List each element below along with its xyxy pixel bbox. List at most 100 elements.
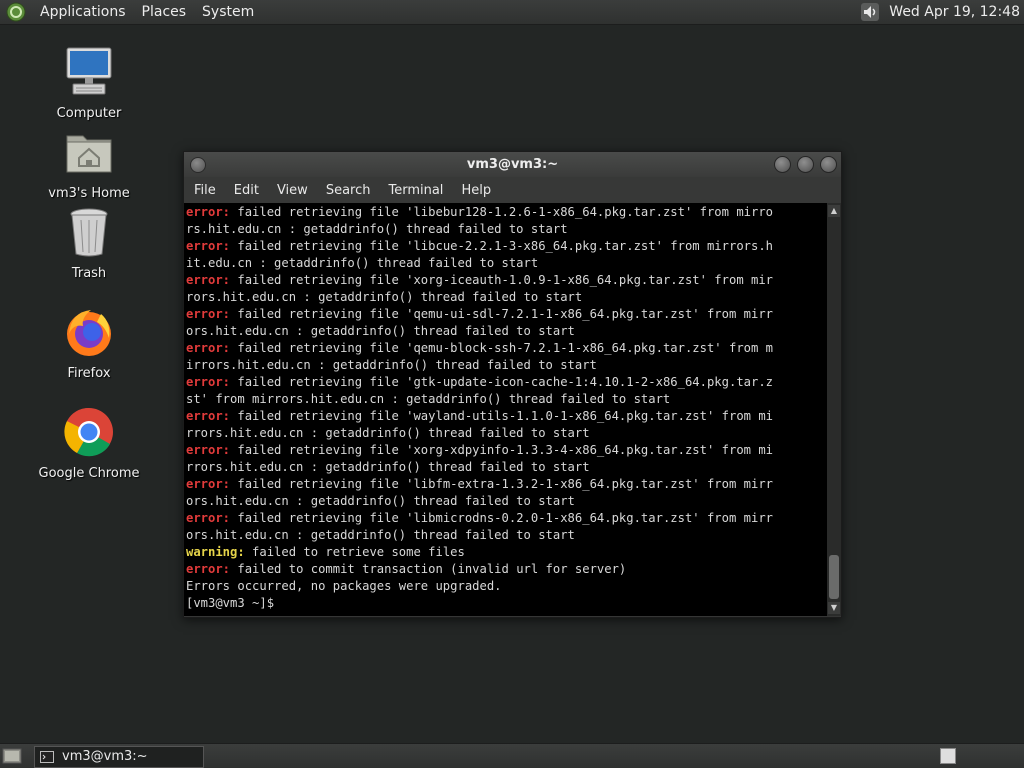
- terminal-line: Errors occurred, no packages were upgrad…: [186, 578, 827, 595]
- terminal-line-text: rrors.hit.edu.cn : getaddrinfo() thread …: [186, 460, 590, 474]
- terminal-line-text: failed retrieving file 'qemu-ui-sdl-7.2.…: [230, 307, 774, 321]
- error-keyword: error:: [186, 511, 231, 525]
- terminal-scrollbar[interactable]: ▲ ▼: [827, 203, 841, 616]
- menu-view[interactable]: View: [270, 183, 315, 198]
- error-keyword: error:: [186, 273, 231, 287]
- terminal-line-text: failed retrieving file 'libfm-extra-1.3.…: [230, 477, 774, 491]
- desktop-icon-computer[interactable]: Computer: [29, 44, 149, 121]
- terminal-line-text: [vm3@vm3 ~]$: [186, 596, 282, 610]
- terminal-line: ors.hit.edu.cn : getaddrinfo() thread fa…: [186, 527, 827, 544]
- menu-applications[interactable]: Applications: [32, 1, 134, 23]
- error-keyword: error:: [186, 375, 231, 389]
- maximize-button[interactable]: [797, 156, 814, 173]
- top-panel: Applications Places System Wed Apr 19, 1…: [0, 0, 1024, 25]
- desktop-icon-label: Trash: [71, 266, 107, 281]
- workspace-switcher[interactable]: [940, 748, 956, 764]
- desktop-icon-label: vm3's Home: [48, 186, 130, 201]
- desktop-icon-firefox[interactable]: Firefox: [29, 304, 149, 381]
- terminal-line: rs.hit.edu.cn : getaddrinfo() thread fai…: [186, 221, 827, 238]
- terminal-line-text: ors.hit.edu.cn : getaddrinfo() thread fa…: [186, 528, 575, 542]
- distro-logo-icon[interactable]: [6, 2, 26, 22]
- terminal-line: error: failed retrieving file 'libfm-ext…: [186, 476, 827, 493]
- panel-tray: Wed Apr 19, 12:48: [859, 0, 1020, 24]
- chrome-icon: [64, 407, 113, 457]
- terminal-line-text: ors.hit.edu.cn : getaddrinfo() thread fa…: [186, 494, 575, 508]
- terminal-output[interactable]: error: failed retrieving file 'libebur12…: [184, 203, 827, 616]
- terminal-line: rrors.hit.edu.cn : getaddrinfo() thread …: [186, 459, 827, 476]
- terminal-line-text: failed retrieving file 'xorg-xdpyinfo-1.…: [230, 443, 774, 457]
- scroll-thumb[interactable]: [829, 555, 839, 599]
- terminal-lines: error: failed retrieving file 'libebur12…: [184, 203, 827, 612]
- terminal-line: error: failed to commit transaction (inv…: [186, 561, 827, 578]
- menu-help[interactable]: Help: [454, 183, 498, 198]
- trash-icon: [70, 208, 108, 257]
- terminal-line: st' from mirrors.hit.edu.cn : getaddrinf…: [186, 391, 827, 408]
- clock[interactable]: Wed Apr 19, 12:48: [889, 4, 1020, 20]
- error-keyword: error:: [186, 443, 231, 457]
- firefox-icon: [67, 310, 111, 356]
- terminal-line-text: failed to retrieve some files: [244, 545, 465, 559]
- terminal-line-text: irrors.hit.edu.cn : getaddrinfo() thread…: [186, 358, 597, 372]
- menu-system[interactable]: System: [194, 1, 262, 23]
- error-keyword: error:: [186, 239, 231, 253]
- error-keyword: error:: [186, 477, 231, 491]
- terminal-line-text: Errors occurred, no packages were upgrad…: [186, 579, 502, 593]
- scroll-up-arrow-icon[interactable]: ▲: [828, 205, 840, 217]
- terminal-window: vm3@vm3:~ File Edit View Search Terminal…: [183, 151, 842, 618]
- terminal-line-text: failed to commit transaction (invalid ur…: [230, 562, 627, 576]
- desktop-icon-label: Firefox: [67, 366, 111, 381]
- terminal-line-text: failed retrieving file 'wayland-utils-1.…: [230, 409, 774, 423]
- error-keyword: error:: [186, 562, 231, 576]
- terminal-line-text: ors.hit.edu.cn : getaddrinfo() thread fa…: [186, 324, 575, 338]
- home-folder-icon: [66, 135, 112, 173]
- window-title: vm3@vm3:~: [466, 157, 559, 172]
- scroll-down-arrow-icon[interactable]: ▼: [828, 602, 840, 614]
- menu-terminal[interactable]: Terminal: [381, 183, 450, 198]
- terminal-line: error: failed retrieving file 'qemu-bloc…: [186, 340, 827, 357]
- error-keyword: error:: [186, 205, 231, 219]
- warning-keyword: warning:: [186, 545, 245, 559]
- terminal-line: it.edu.cn : getaddrinfo() thread failed …: [186, 255, 827, 272]
- terminal-line-text: st' from mirrors.hit.edu.cn : getaddrinf…: [186, 392, 671, 406]
- desktop-icon-label: Computer: [56, 106, 122, 121]
- terminal-line-text: failed retrieving file 'libmicrodns-0.2.…: [230, 511, 774, 525]
- desktop-icon-home[interactable]: vm3's Home: [29, 124, 149, 201]
- terminal-line: irrors.hit.edu.cn : getaddrinfo() thread…: [186, 357, 827, 374]
- menu-places[interactable]: Places: [134, 1, 195, 23]
- terminal-line: error: failed retrieving file 'libmicrod…: [186, 510, 827, 527]
- window-controls: [774, 156, 837, 173]
- error-keyword: error:: [186, 409, 231, 423]
- terminal-line: error: failed retrieving file 'xorg-icea…: [186, 272, 827, 289]
- terminal-line: [vm3@vm3 ~]$: [186, 595, 827, 612]
- terminal-line-text: failed retrieving file 'gtk-update-icon-…: [230, 375, 774, 389]
- menu-search[interactable]: Search: [319, 183, 378, 198]
- terminal-line: error: failed retrieving file 'xorg-xdpy…: [186, 442, 827, 459]
- desktop-icon-trash[interactable]: Trash: [29, 204, 149, 281]
- show-desktop-icon[interactable]: [2, 747, 22, 765]
- menu-edit[interactable]: Edit: [227, 183, 266, 198]
- terminal-line: error: failed retrieving file 'gtk-updat…: [186, 374, 827, 391]
- terminal-icon: [40, 751, 54, 763]
- minimize-button[interactable]: [774, 156, 791, 173]
- terminal-line: error: failed retrieving file 'libebur12…: [186, 204, 827, 221]
- terminal-line: rrors.hit.edu.cn : getaddrinfo() thread …: [186, 425, 827, 442]
- volume-icon[interactable]: [859, 1, 881, 23]
- menu-file[interactable]: File: [187, 183, 223, 198]
- terminal-line: ors.hit.edu.cn : getaddrinfo() thread fa…: [186, 493, 827, 510]
- terminal-line-text: rors.hit.edu.cn : getaddrinfo() thread f…: [186, 290, 583, 304]
- window-menubar: File Edit View Search Terminal Help: [184, 177, 841, 203]
- bottom-panel: vm3@vm3:~: [0, 743, 1024, 768]
- terminal-line: error: failed retrieving file 'wayland-u…: [186, 408, 827, 425]
- window-menu-icon[interactable]: [190, 157, 206, 173]
- desktop-icon-label: Google Chrome: [38, 466, 140, 481]
- error-keyword: error:: [186, 341, 231, 355]
- terminal-line-text: it.edu.cn : getaddrinfo() thread failed …: [186, 256, 539, 270]
- terminal-line-text: failed retrieving file 'xorg-iceauth-1.0…: [230, 273, 774, 287]
- close-button[interactable]: [820, 156, 837, 173]
- window-titlebar[interactable]: vm3@vm3:~: [184, 152, 841, 177]
- terminal-line: ors.hit.edu.cn : getaddrinfo() thread fa…: [186, 323, 827, 340]
- terminal-line: error: failed retrieving file 'qemu-ui-s…: [186, 306, 827, 323]
- terminal-line-text: rs.hit.edu.cn : getaddrinfo() thread fai…: [186, 222, 568, 236]
- taskbar-terminal-button[interactable]: vm3@vm3:~: [34, 746, 204, 768]
- desktop-icon-chrome[interactable]: Google Chrome: [29, 404, 149, 481]
